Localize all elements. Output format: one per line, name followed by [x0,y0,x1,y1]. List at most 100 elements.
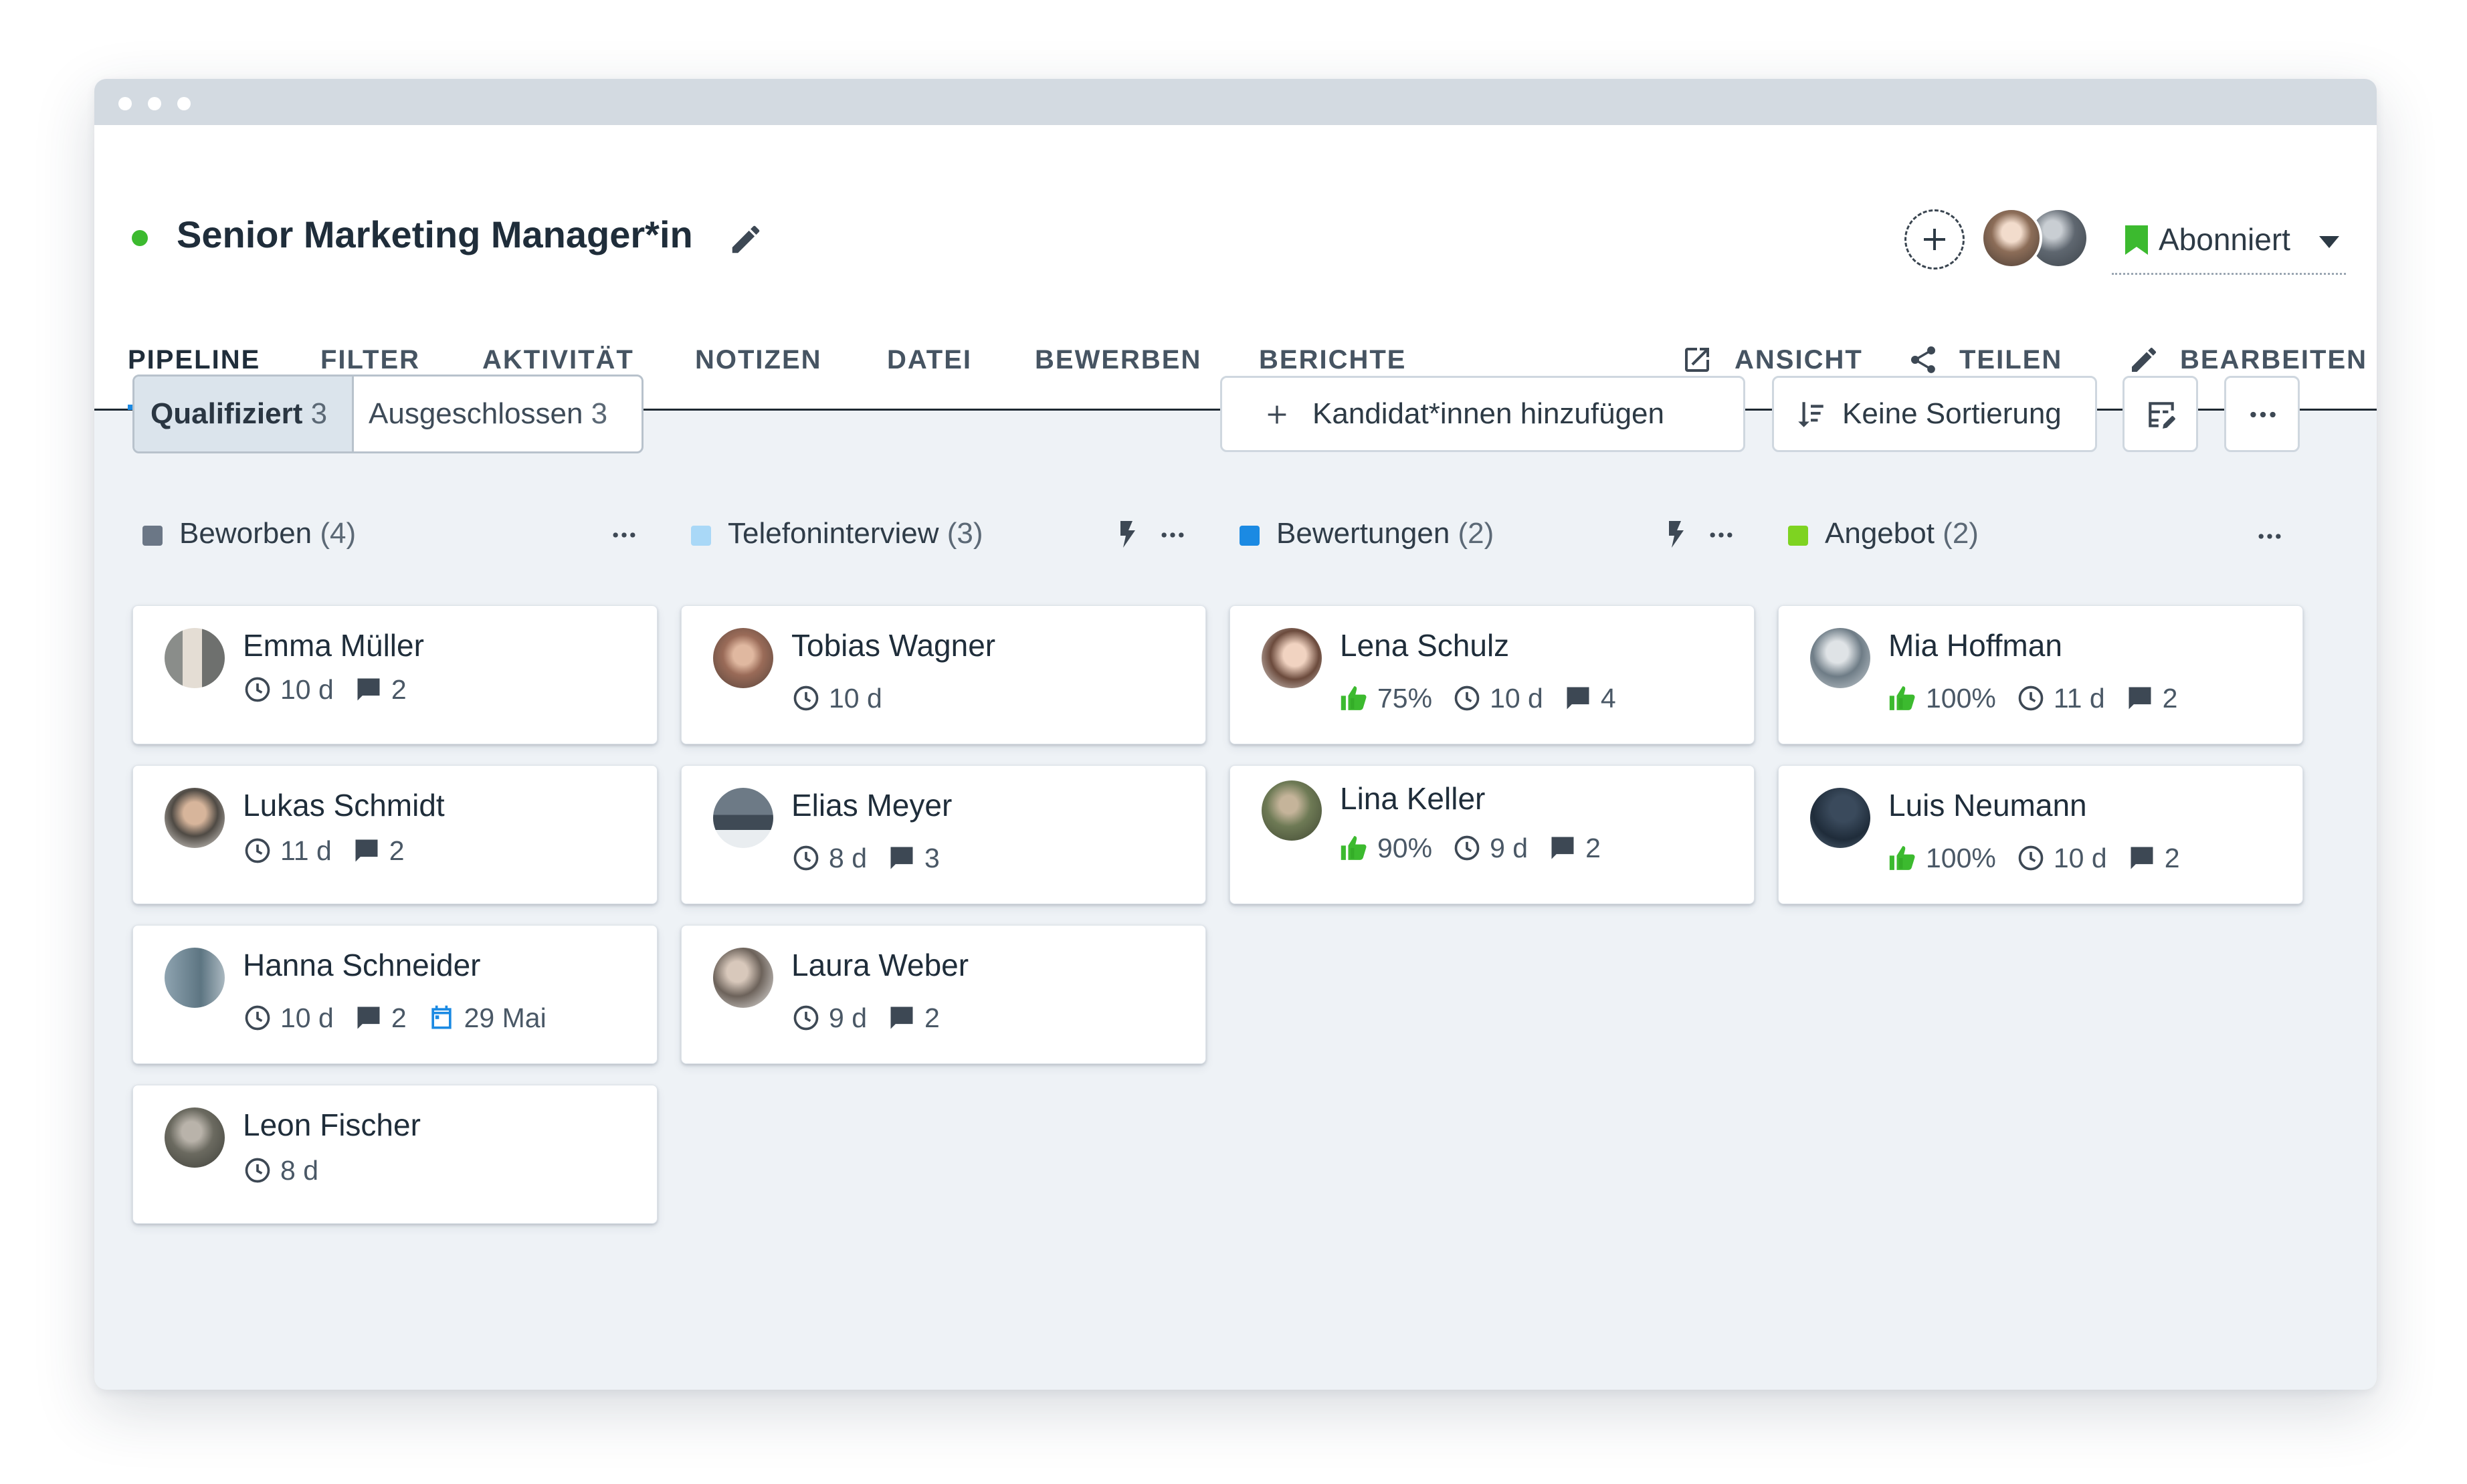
column-color [1788,526,1808,546]
column-title: Angebot [1825,517,1935,550]
column-more-icon[interactable] [1158,520,1187,550]
qualified-tab[interactable]: Qualifiziert 3 [134,377,352,451]
sort-button[interactable]: Keine Sortierung [1772,376,2097,452]
column-more-icon[interactable] [1706,520,1736,550]
comment-icon [890,1006,913,1029]
more-icon [2250,411,2276,418]
comment-icon [1551,837,1574,859]
candidate-name: Elias Meyer [791,788,953,823]
view-button[interactable]: ANSICHT [1735,345,1863,375]
tab-reports[interactable]: BERICHTE [1259,345,1406,375]
external-link-icon[interactable] [1681,344,1713,376]
avatar [713,948,773,1008]
clock-icon [245,838,270,863]
share-button[interactable]: TEILEN [1959,345,2062,375]
thumbs-up-icon [1889,686,1915,710]
board-settings-button[interactable] [2123,376,2198,452]
candidate-card[interactable]: Lina Keller 90% 9 d 2 [1229,765,1755,904]
tab-pipeline[interactable]: PIPELINE [128,345,260,375]
clock-icon [793,1005,819,1031]
column-header-phone-interview: Telefoninterview (3) [691,514,1159,554]
add-candidates-button[interactable]: Kandidat*innen hinzufügen [1220,376,1745,452]
column-header-assessments: Bewertungen (2) [1240,514,1708,554]
subscribe-dropdown[interactable]: Abonniert [2112,201,2346,275]
comment-icon [890,847,913,869]
avatar [165,628,225,688]
plus-icon [1268,405,1286,424]
app-window: Senior Marketing Manager*in Abonniert PI… [94,79,2377,1390]
share-icon[interactable] [1907,344,1939,376]
window-dot [148,97,161,110]
candidate-name: Emma Müller [243,628,424,663]
clock-icon [245,1158,270,1183]
candidate-card[interactable]: Tobias Wagner 10 d [681,605,1206,744]
automation-bolt-icon[interactable] [1111,518,1143,550]
calendar-icon [431,1005,452,1029]
candidate-meta: 11 d 2 [243,834,405,867]
comment-count: 2 [2162,682,2178,714]
days-in-stage: 9 d [829,1002,867,1033]
candidate-card[interactable]: Emma Müller 10 d 2 [132,605,658,744]
column-more-icon[interactable] [2255,522,2284,551]
candidate-name: Lukas Schmidt [243,788,445,823]
automation-bolt-icon[interactable] [1660,518,1692,550]
comment-count: 2 [391,1002,407,1033]
window-dot [118,97,132,110]
candidate-card[interactable]: Lena Schulz 75% 10 d 4 [1229,605,1755,744]
tab-apply[interactable]: BEWERBEN [1035,345,1201,375]
column-more-icon[interactable] [609,520,639,550]
job-header: Senior Marketing Manager*in Abonniert PI… [94,125,2377,411]
avatar [713,628,773,688]
candidate-meta: 100% 10 d 2 [1888,841,2180,875]
qualification-switch: Qualifiziert 3 Ausgeschlossen 3 [132,375,644,453]
days-in-stage: 9 d [1490,832,1528,863]
pencil-icon[interactable] [2128,344,2160,376]
edit-button[interactable]: BEARBEITEN [2180,345,2367,375]
candidate-card[interactable]: Mia Hoffman 100% 11 d 2 [1778,605,2303,744]
days-in-stage: 10 d [280,673,334,705]
avatar [1810,628,1870,688]
candidate-card[interactable]: Leon Fischer 8 d [132,1085,658,1224]
column-title: Bewertungen [1276,517,1450,550]
candidate-name: Hanna Schneider [243,948,481,982]
comment-count: 2 [389,835,405,866]
comment-count: 3 [924,842,940,873]
score: 90% [1377,832,1433,863]
score: 100% [1926,842,1996,873]
thumbs-up-icon [1341,836,1367,860]
avatar [165,788,225,848]
avatar[interactable] [1981,207,2042,269]
candidate-card[interactable]: Luis Neumann 100% 10 d 2 [1778,765,2303,904]
candidate-name: Mia Hoffman [1888,628,2062,663]
qualified-count: 3 [310,397,328,430]
candidate-meta: 10 d 2 [243,673,407,706]
column-title: Telefoninterview [728,517,939,550]
tab-file[interactable]: DATEI [887,345,972,375]
window-dot [177,97,191,110]
candidate-card[interactable]: Hanna Schneider 10 d 2 29 Mai [132,925,658,1064]
qualified-label: Qualifiziert [151,397,303,430]
candidate-name: Lina Keller [1340,781,1486,816]
add-member-button[interactable] [1904,209,1965,270]
excluded-count: 3 [591,397,608,430]
comment-icon [2129,687,2151,710]
more-options-button[interactable] [2224,376,2300,452]
clock-icon [2018,685,2044,711]
tab-activity[interactable]: AKTIVITÄT [482,345,634,375]
days-in-stage: 8 d [280,1154,318,1186]
avatar [713,788,773,848]
comment-icon [355,839,378,862]
days-in-stage: 10 d [280,1002,334,1033]
edit-title-icon[interactable] [728,221,764,257]
excluded-tab[interactable]: Ausgeschlossen 3 [352,377,642,451]
candidate-card[interactable]: Elias Meyer 8 d 3 [681,765,1206,904]
comment-count: 2 [1585,832,1601,863]
candidate-card[interactable]: Laura Weber 9 d 2 [681,925,1206,1064]
candidate-card[interactable]: Lukas Schmidt 11 d 2 [132,765,658,904]
days-in-stage: 11 d [280,835,332,866]
tab-filter[interactable]: FILTER [320,345,420,375]
candidate-meta: 8 d [243,1154,318,1187]
score: 100% [1926,682,1996,714]
tab-notes[interactable]: NOTIZEN [695,345,822,375]
column-color [142,526,163,546]
